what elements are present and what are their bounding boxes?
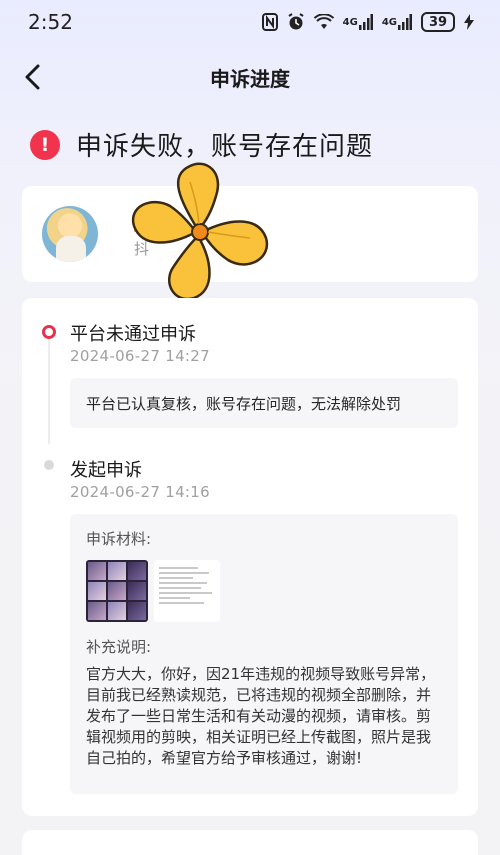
bottom-card	[22, 830, 478, 855]
appeal-materials-box: 申诉材料: 补充说明: 官方大大，你好，因21年违规的视频导致账号异常，目前我已…	[70, 514, 458, 794]
supplement-label: 补充说明:	[86, 638, 152, 656]
charging-icon	[464, 14, 474, 30]
status-icons: 4G 4G 39	[261, 12, 474, 32]
material-image-2[interactable]	[154, 560, 220, 622]
alert-icon: !	[30, 129, 60, 160]
nfc-icon	[261, 13, 278, 31]
timeline-line	[48, 338, 50, 444]
avatar	[42, 206, 98, 262]
rejection-note: 平台已认真复核，账号存在问题，无法解除处罚	[86, 395, 402, 413]
signal-icon-2: 4G	[382, 14, 412, 30]
timeline-dot-active	[42, 325, 56, 339]
network-type-1: 4G	[342, 16, 358, 28]
alarm-icon	[287, 13, 305, 31]
network-type-2: 4G	[381, 16, 397, 28]
page-title: 申诉进度	[210, 67, 290, 91]
nav-bar: 申诉进度	[0, 50, 500, 104]
status-bar: 2:52 4G 4G 39	[0, 0, 500, 44]
step-title-submitted: 发起申诉	[70, 460, 142, 481]
timeline-dot-inactive	[44, 460, 54, 470]
rejection-note-box: 平台已认真复核，账号存在问题，无法解除处罚	[70, 378, 458, 428]
status-time: 2:52	[28, 10, 73, 34]
material-image-1[interactable]	[86, 560, 148, 622]
supplement-text: 官方大大，你好，因21年违规的视频导致账号异常，目前我已经熟读规范，已将违规的视…	[86, 665, 436, 767]
step-title-rejected: 平台未通过申诉	[70, 324, 196, 345]
flower-sticker	[131, 162, 269, 301]
materials-label: 申诉材料:	[86, 530, 152, 548]
step-time-rejected: 2024-06-27 14:27	[70, 347, 210, 365]
progress-card: 平台未通过申诉 2024-06-27 14:27 平台已认真复核，账号存在问题，…	[22, 298, 478, 816]
step-time-submitted: 2024-06-27 14:16	[70, 483, 210, 501]
wifi-icon	[313, 14, 334, 30]
battery-indicator: 39	[421, 12, 455, 32]
signal-icon-1: 4G	[343, 14, 373, 30]
